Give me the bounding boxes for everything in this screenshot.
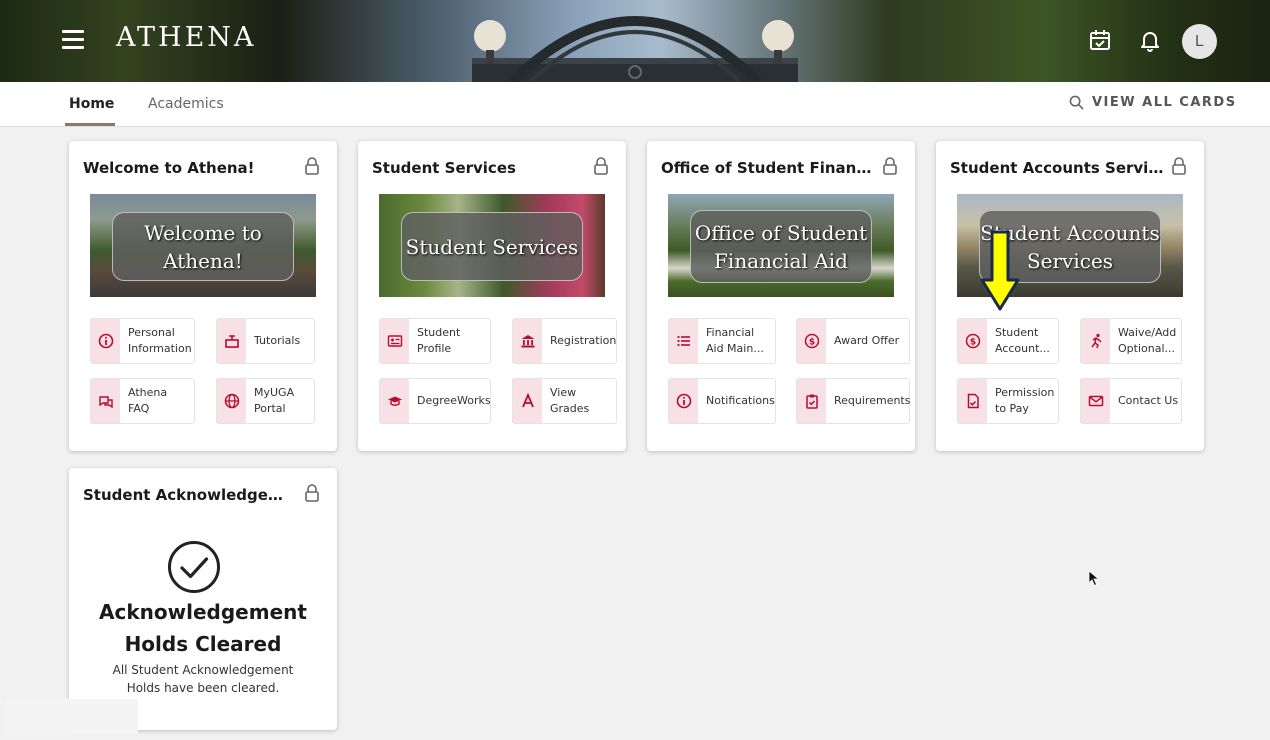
link-label: Tutorials — [254, 334, 301, 347]
card-title: Office of Student Financi... — [661, 159, 876, 177]
link-label: Personal Information — [128, 326, 192, 355]
link-label: Requirements — [834, 394, 911, 407]
card-image-label: Student Services — [401, 212, 583, 281]
document-icon — [967, 393, 979, 409]
view-all-cards-button[interactable]: VIEW ALL CARDS — [1069, 95, 1237, 110]
id-card-icon — [387, 335, 402, 347]
search-icon — [1069, 95, 1084, 110]
link-contact-us[interactable]: Contact Us — [1080, 378, 1182, 424]
view-all-cards-label: VIEW ALL CARDS — [1092, 95, 1237, 110]
ack-heading-line1: Acknowledgement — [99, 600, 307, 624]
link-student-profile[interactable]: Student Profile — [379, 318, 491, 364]
running-person-icon — [1090, 333, 1102, 349]
link-view-grades[interactable]: View Grades — [512, 378, 617, 424]
link-degreeworks[interactable]: DegreeWorks — [379, 378, 491, 424]
link-label: MyUGA Portal — [254, 386, 295, 415]
ack-text-line1: All Student Acknowledgement — [112, 663, 294, 677]
chat-icon — [98, 396, 113, 409]
link-personal-information[interactable]: Personal Information — [90, 318, 195, 364]
card-image-label: Office of Student Financial Aid — [690, 210, 872, 283]
dollar-icon: $ — [965, 333, 980, 349]
lock-icon[interactable] — [593, 157, 609, 175]
info-icon — [98, 333, 113, 349]
link-label: Registration — [550, 334, 617, 347]
card-title: Student Services — [372, 159, 516, 177]
svg-text:$: $ — [808, 338, 814, 348]
active-tab-indicator — [65, 123, 115, 126]
lock-icon[interactable] — [882, 157, 898, 175]
card-student-acknowledgement: Student Acknowledgeme... Acknowledgement… — [69, 468, 337, 730]
card-student-services: Student Services Student Services Studen… — [358, 141, 626, 451]
link-label: Contact Us — [1118, 394, 1179, 407]
calendar-check-icon[interactable] — [1088, 28, 1112, 52]
lock-icon[interactable] — [1171, 157, 1187, 175]
card-image: Welcome to Athena! — [90, 194, 316, 297]
link-tutorials[interactable]: Tutorials — [216, 318, 315, 364]
card-title: Student Acknowledgeme... — [83, 486, 293, 504]
link-label: Student Profile — [417, 326, 461, 355]
link-myuga-portal[interactable]: MyUGA Portal — [216, 378, 315, 424]
arch-photo — [472, 16, 798, 82]
lock-icon[interactable] — [304, 157, 320, 175]
user-avatar[interactable]: L — [1182, 24, 1217, 59]
link-label: View Grades — [550, 386, 590, 415]
link-requirements[interactable]: Requirements — [796, 378, 910, 424]
link-award-offer[interactable]: $ Award Offer — [796, 318, 910, 364]
tab-bar: Home Academics VIEW ALL CARDS — [0, 82, 1270, 127]
card-welcome: Welcome to Athena! Welcome to Athena! Pe… — [69, 141, 337, 451]
tutorial-arrow-overlay — [980, 230, 1020, 311]
card-image-label: Welcome to Athena! — [112, 212, 294, 281]
link-label: Waive/Add Optional... — [1118, 326, 1177, 355]
globe-icon — [224, 393, 239, 409]
letter-a-icon — [521, 393, 534, 408]
header-banner: ATHENA L — [0, 0, 1270, 82]
link-label: Financial Aid Main... — [706, 326, 764, 355]
menu-icon[interactable] — [62, 30, 84, 50]
card-image: Student Services — [379, 194, 605, 297]
check-circle-icon — [168, 541, 220, 593]
info-icon — [676, 393, 691, 409]
svg-text:$: $ — [969, 338, 975, 348]
link-permission-to-pay[interactable]: Permission to Pay — [957, 378, 1059, 424]
link-registration[interactable]: Registration — [512, 318, 617, 364]
dollar-icon: $ — [804, 333, 819, 349]
app-brand[interactable]: ATHENA — [116, 22, 256, 53]
link-label: Notifications — [706, 394, 775, 407]
link-label: DegreeWorks — [417, 394, 491, 407]
link-student-account[interactable]: $ Student Account... — [957, 318, 1059, 364]
tab-academics[interactable]: Academics — [148, 96, 224, 112]
card-title: Student Accounts Services — [950, 159, 1170, 177]
bell-icon[interactable] — [1138, 28, 1162, 52]
ack-text-line2: Holds have been cleared. — [126, 681, 280, 695]
ack-heading-line2: Holds Cleared — [124, 632, 282, 656]
link-label: Award Offer — [834, 334, 900, 347]
graduation-cap-icon — [387, 396, 402, 406]
card-financial-aid: Office of Student Financi... Office of S… — [647, 141, 915, 451]
tab-home[interactable]: Home — [69, 96, 114, 112]
link-label: Athena FAQ — [128, 386, 168, 415]
clipboard-check-icon — [805, 394, 818, 409]
link-label: Permission to Pay — [995, 386, 1055, 415]
card-student-accounts: Student Accounts Services Student Accoun… — [936, 141, 1204, 451]
list-icon — [676, 335, 690, 347]
lock-icon[interactable] — [304, 484, 320, 502]
tutorial-icon — [224, 335, 239, 348]
card-image: Office of Student Financial Aid — [668, 194, 894, 297]
bank-icon — [521, 335, 534, 348]
link-financial-aid-main[interactable]: Financial Aid Main... — [668, 318, 776, 364]
card-title: Welcome to Athena! — [83, 159, 255, 177]
link-label: Student Account... — [995, 326, 1050, 355]
caption-overlay — [6, 699, 138, 735]
link-athena-faq[interactable]: Athena FAQ — [90, 378, 195, 424]
mail-icon — [1088, 395, 1103, 407]
mouse-cursor — [1088, 570, 1100, 587]
link-notifications[interactable]: Notifications — [668, 378, 776, 424]
link-waive-add-optional[interactable]: Waive/Add Optional... — [1080, 318, 1182, 364]
